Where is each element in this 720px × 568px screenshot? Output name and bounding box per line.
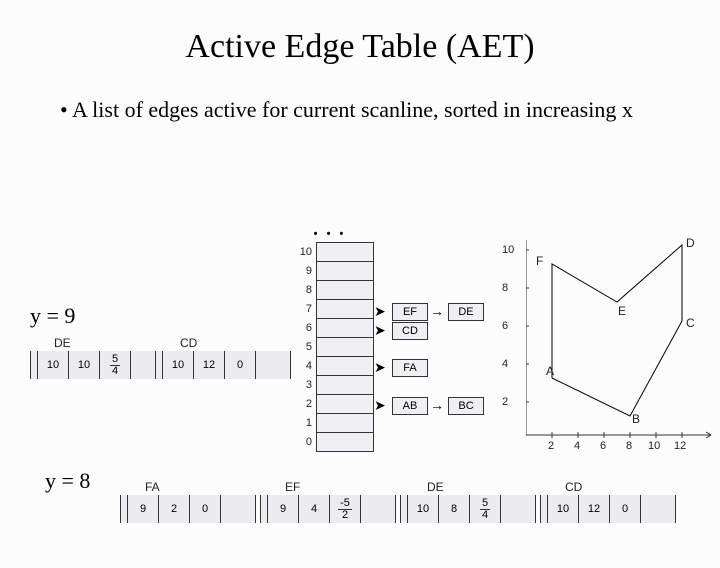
- ellipsis-icon: • • •: [290, 228, 370, 242]
- bucket-num: 1: [290, 417, 316, 429]
- bucket-num: 9: [290, 265, 316, 277]
- cell: 9: [268, 495, 299, 523]
- polygon-svg: [526, 240, 711, 440]
- bucket-num: 3: [290, 379, 316, 391]
- cell: 54: [100, 351, 131, 379]
- edge-ab: AB: [392, 397, 428, 415]
- node-label-de8: DE: [427, 480, 444, 494]
- polygon-plot: 10 8 6 4 2 2 4 6 8 10 12 A B C D E F: [502, 238, 702, 448]
- y8-label: y = 8: [45, 468, 90, 494]
- bucket-num: 10: [290, 246, 316, 258]
- cell: 9: [128, 495, 159, 523]
- bucket-num: 8: [290, 284, 316, 296]
- xtick: 4: [574, 440, 580, 452]
- cell: 12: [194, 351, 225, 379]
- pointer: [256, 351, 291, 379]
- pt-f: F: [536, 254, 543, 268]
- edge-de: DE: [448, 303, 484, 321]
- xtick: 10: [648, 440, 660, 452]
- y9-label: y = 9: [30, 303, 75, 329]
- bullet-content: A list of edges active for current scanl…: [72, 97, 633, 122]
- xtick: 12: [674, 440, 686, 452]
- bucket-num: 4: [290, 360, 316, 372]
- edge-ef: EF: [392, 303, 428, 321]
- pt-b: B: [632, 412, 640, 426]
- cell: 0: [610, 495, 641, 523]
- pointer: [221, 495, 256, 523]
- bucket-table: • • • 10 9 8 7 6 5 4 3 2 1 0: [290, 228, 374, 451]
- xtick: 6: [600, 440, 606, 452]
- node-cd-8: 10 12 0: [540, 495, 676, 523]
- edge-cd: CD: [392, 322, 428, 340]
- bucket-num: 5: [290, 341, 316, 353]
- node-label-de: DE: [54, 336, 71, 350]
- arrow-right-icon: →: [430, 303, 444, 319]
- edge-bc: BC: [448, 397, 484, 415]
- pt-d: D: [686, 236, 695, 250]
- node-label-cd: CD: [180, 336, 197, 350]
- node-fa-8: 9 2 0: [120, 495, 256, 523]
- node-de-8: 10 8 54: [400, 495, 536, 523]
- cell: 10: [69, 351, 100, 379]
- cell: 12: [579, 495, 610, 523]
- cell: -52: [330, 495, 361, 523]
- cell: 2: [159, 495, 190, 523]
- bucket-num: 6: [290, 322, 316, 334]
- arrow-right-icon: ➤: [374, 322, 386, 339]
- cell: 10: [548, 495, 579, 523]
- pointer: [361, 495, 396, 523]
- bucket-num: 0: [290, 436, 316, 448]
- bucket-num: 7: [290, 303, 316, 315]
- arrow-right-icon: ➤: [374, 303, 386, 320]
- arrow-right-icon: ➤: [374, 359, 386, 376]
- node-label-cd8: CD: [565, 480, 582, 494]
- ytick: 4: [502, 358, 508, 370]
- cell: 10: [163, 351, 194, 379]
- ytick: 2: [502, 396, 508, 408]
- bullet-text: • A list of edges active for current sca…: [60, 96, 680, 125]
- cell: 54: [470, 495, 501, 523]
- node-de-9: 10 10 54: [30, 351, 166, 379]
- pt-e: E: [618, 304, 626, 318]
- pt-a: A: [546, 364, 554, 378]
- node-ef-8: 9 4 -52: [260, 495, 396, 523]
- arrow-right-icon: ➤: [374, 397, 386, 414]
- pointer: [641, 495, 676, 523]
- ytick: 10: [502, 244, 514, 256]
- ytick: 6: [502, 320, 508, 332]
- cell: 10: [408, 495, 439, 523]
- cell: 10: [38, 351, 69, 379]
- ytick: 8: [502, 282, 508, 294]
- bucket-num: 2: [290, 398, 316, 410]
- node-label-fa: FA: [145, 480, 160, 494]
- node-label-ef: EF: [285, 480, 300, 494]
- xtick: 2: [548, 440, 554, 452]
- page-title: Active Edge Table (AET): [0, 28, 720, 66]
- cell: 0: [225, 351, 256, 379]
- cell: 8: [439, 495, 470, 523]
- pointer: [501, 495, 536, 523]
- pt-c: C: [686, 316, 695, 330]
- cell: 0: [190, 495, 221, 523]
- cell: 4: [299, 495, 330, 523]
- edge-fa: FA: [392, 359, 428, 377]
- node-cd-9: 10 12 0: [155, 351, 291, 379]
- xtick: 8: [626, 440, 632, 452]
- arrow-right-icon: →: [430, 397, 444, 413]
